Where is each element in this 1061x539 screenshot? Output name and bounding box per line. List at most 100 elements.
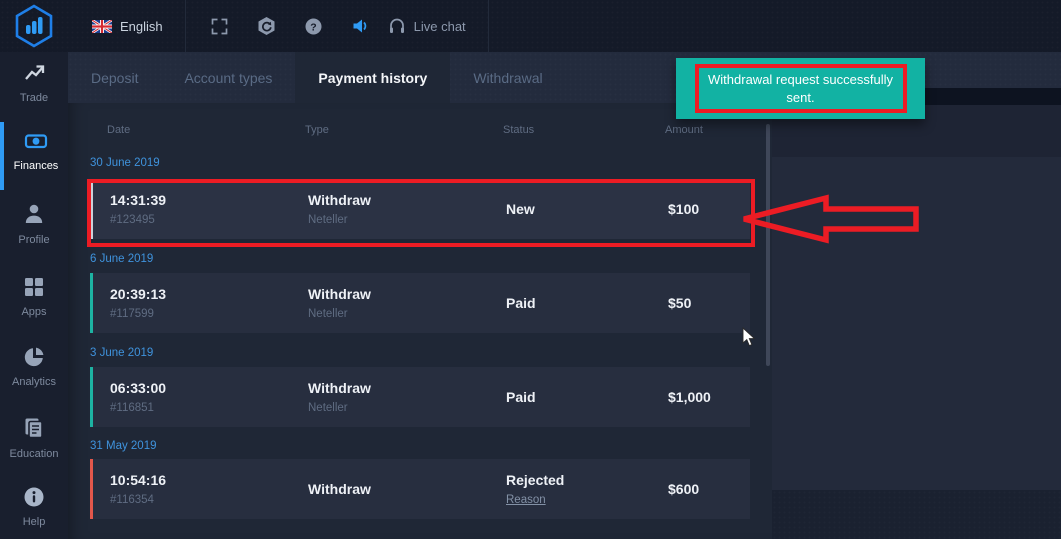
tab-withdrawal[interactable]: Withdrawal [450,52,565,103]
sound-button[interactable] [337,18,384,34]
group-date-label: 30 June 2019 [90,157,772,169]
payment-time: 20:39:13 [110,286,308,302]
sidebar-item-label: Analytics [12,376,56,388]
rollover-button[interactable] [243,16,290,36]
payment-method: Neteller [308,214,506,226]
rejection-reason-link[interactable]: Reason [506,494,668,506]
column-header-amount: Amount [665,124,750,136]
backdrop-band-bottom [772,490,1061,539]
sidebar-item-analytics[interactable]: Analytics [0,342,68,406]
fullscreen-icon [211,18,228,35]
payment-id: #116354 [110,494,308,506]
sidebar-item-label: Apps [21,306,46,318]
tab-label: Account types [184,70,272,86]
sidebar-item-trade[interactable]: Trade [0,58,68,122]
sidebar-item-profile[interactable]: Profile [0,198,68,262]
payment-status: New [506,201,668,217]
topbar-divider [185,0,186,52]
person-icon [23,202,45,226]
svg-text:?: ? [310,21,316,33]
payment-id: #116851 [110,402,308,414]
language-selector[interactable]: English [92,19,163,34]
pie-chart-icon [23,346,45,368]
sound-icon [352,18,369,34]
payment-row[interactable]: 10:54:16 #116354 Withdraw Rejected Reaso… [90,459,750,519]
tab-label: Withdrawal [473,70,542,86]
payment-time: 10:54:16 [110,472,308,488]
table-header-row: Date Type Status Amount [90,124,750,136]
help-button[interactable]: ? [290,18,337,35]
tab-deposit[interactable]: Deposit [68,52,161,103]
payment-type: Withdraw [308,192,506,208]
payment-id: #117599 [110,308,308,320]
payment-status: Paid [506,295,668,311]
payment-row[interactable]: 14:31:39 #123495 Withdraw Neteller New $… [90,179,750,239]
tab-payment-history[interactable]: Payment history [295,52,450,103]
payment-group: 6 June 2019 20:39:13 #117599 Withdraw Ne… [68,253,772,333]
tab-label: Deposit [91,70,138,86]
language-label: English [120,19,163,34]
info-circle-icon [23,486,45,508]
uk-flag-icon [92,20,112,33]
sidebar-item-education[interactable]: Education [0,412,68,476]
annotation-rect-toast: Withdrawal request successfully sent. [695,64,907,113]
banknote-icon [24,130,48,152]
hexagon-logo-icon [11,3,57,49]
mouse-cursor-icon [742,327,756,348]
payment-type: Withdraw [308,481,506,497]
payment-type: Withdraw [308,380,506,396]
trend-up-icon [23,62,45,84]
column-header-type: Type [305,124,503,136]
sidebar-item-apps[interactable]: Apps [0,272,68,336]
live-chat-button[interactable]: Live chat [388,17,466,35]
payment-group: 31 May 2019 10:54:16 #116354 Withdraw Re… [68,440,772,519]
payment-time: 14:31:39 [110,192,308,208]
sidebar-item-help[interactable]: Help [0,482,68,539]
topbar-divider [488,0,489,52]
group-date-label: 6 June 2019 [90,253,772,265]
group-date-label: 3 June 2019 [90,347,772,359]
toast-notification: Withdrawal request successfully sent. [676,58,925,119]
group-date-label: 31 May 2019 [90,440,772,452]
app-screen: English [0,0,1061,539]
payment-amount: $600 [668,481,750,497]
annotation-arrow-left-icon [740,194,920,244]
topbar: English [0,0,1061,52]
sidebar-item-label: Trade [20,92,48,104]
sidebar-item-label: Finances [14,160,59,172]
help-question-icon: ? [305,18,322,35]
payment-group: 30 June 2019 14:31:39 #123495 Withdraw N… [68,157,772,239]
apps-grid-icon [23,276,45,298]
payment-amount: $50 [668,295,750,311]
toast-message: Withdrawal request successfully sent. [706,71,896,106]
payment-id: #123495 [110,214,308,226]
tab-account-types[interactable]: Account types [161,52,295,103]
payment-type: Withdraw [308,286,506,302]
column-header-date: Date [107,124,305,136]
headset-icon [388,17,406,35]
app-logo[interactable] [0,3,68,49]
book-pages-icon [22,416,46,440]
fullscreen-button[interactable] [196,18,243,35]
vertical-scrollbar[interactable] [766,124,770,366]
sidebar-item-label: Profile [18,234,49,246]
payment-amount: $1,000 [668,389,750,405]
payment-amount: $100 [668,201,750,217]
payment-group: 3 June 2019 06:33:00 #116851 Withdraw Ne… [68,347,772,427]
sidebar-item-label: Education [10,448,59,460]
live-chat-label: Live chat [414,19,466,34]
payment-method: Neteller [308,308,506,320]
payment-history-panel: Date Type Status Amount 30 June 2019 14:… [68,103,772,539]
hexagon-refresh-icon [257,16,276,36]
payment-method: Neteller [308,402,506,414]
sidebar-item-finances[interactable]: Finances [0,122,68,190]
payment-status: Rejected [506,472,668,488]
payment-status: Paid [506,389,668,405]
payment-row[interactable]: 20:39:13 #117599 Withdraw Neteller Paid … [90,273,750,333]
column-header-status: Status [503,124,665,136]
backdrop-dark-strip [925,88,1061,105]
payment-row[interactable]: 06:33:00 #116851 Withdraw Neteller Paid … [90,367,750,427]
sidebar: Trade Finances Profile Apps [0,52,68,539]
tab-label: Payment history [318,70,427,86]
sidebar-item-label: Help [23,516,46,528]
